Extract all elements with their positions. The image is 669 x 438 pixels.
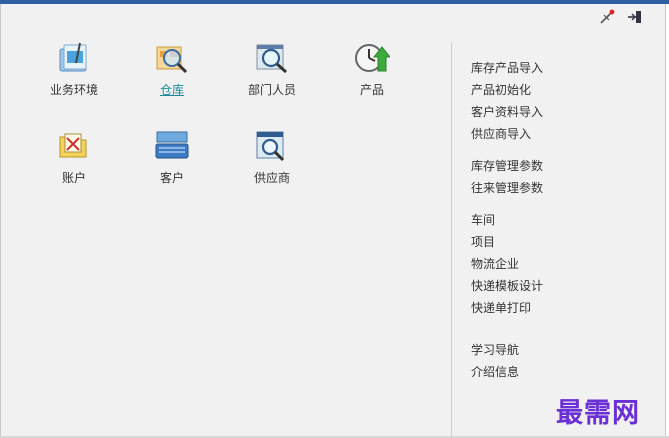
site-watermark: 最需网 bbox=[556, 398, 640, 429]
warehouse-magnifier-icon bbox=[156, 46, 188, 74]
module-warehouse[interactable]: 仓库 bbox=[136, 41, 208, 98]
module-department-staff[interactable]: 部门人员 bbox=[236, 41, 308, 98]
menu-item[interactable]: 快递模板设计 bbox=[471, 275, 543, 297]
panel-divider bbox=[451, 42, 452, 438]
toolbar bbox=[598, 9, 644, 25]
menu-item[interactable]: 车间 bbox=[471, 209, 543, 231]
menu-item[interactable]: 往来管理参数 bbox=[471, 177, 543, 199]
module-account[interactable]: 账户 bbox=[38, 129, 110, 186]
module-business-environment[interactable]: 业务环境 bbox=[38, 41, 110, 98]
pin-icon[interactable] bbox=[598, 9, 616, 25]
module-product[interactable]: 产品 bbox=[336, 41, 408, 98]
menu-item[interactable]: 供应商导入 bbox=[471, 123, 543, 145]
quick-links-menu: 库存产品导入 产品初始化 客户资料导入 供应商导入 库存管理参数 往来管理参数 … bbox=[471, 57, 543, 393]
menu-item[interactable]: 快递单打印 bbox=[471, 297, 543, 319]
menu-item[interactable]: 项目 bbox=[471, 231, 543, 253]
menu-item[interactable]: 学习导航 bbox=[471, 339, 543, 361]
menu-item[interactable]: 产品初始化 bbox=[471, 79, 543, 101]
module-customer[interactable]: 客户 bbox=[136, 129, 208, 186]
menu-group-help: 学习导航 介绍信息 bbox=[471, 339, 543, 383]
module-label: 供应商 bbox=[253, 171, 290, 185]
customer-keyboard-icon bbox=[155, 131, 189, 159]
module-label: 账户 bbox=[61, 171, 86, 185]
department-magnifier-icon bbox=[256, 44, 287, 74]
module-label: 仓库 bbox=[159, 83, 184, 97]
menu-group-import: 库存产品导入 产品初始化 客户资料导入 供应商导入 bbox=[471, 57, 543, 145]
module-label: 客户 bbox=[159, 171, 184, 185]
module-label: 产品 bbox=[359, 83, 384, 97]
menu-group-params: 库存管理参数 往来管理参数 bbox=[471, 155, 543, 199]
menu-item[interactable]: 库存管理参数 bbox=[471, 155, 543, 177]
clock-arrow-icon bbox=[355, 44, 390, 72]
menu-item[interactable]: 库存产品导入 bbox=[471, 57, 543, 79]
menu-group-logistics: 车间 项目 物流企业 快递模板设计 快递单打印 bbox=[471, 209, 543, 319]
supplier-window-icon bbox=[256, 131, 285, 162]
clipboard-tools-icon bbox=[59, 42, 87, 72]
module-supplier[interactable]: 供应商 bbox=[236, 129, 308, 186]
menu-item[interactable]: 物流企业 bbox=[471, 253, 543, 275]
module-label: 部门人员 bbox=[247, 83, 296, 97]
exit-icon[interactable] bbox=[626, 9, 644, 25]
menu-item[interactable]: 介绍信息 bbox=[471, 361, 543, 383]
account-folder-icon bbox=[59, 133, 87, 158]
menu-item[interactable]: 客户资料导入 bbox=[471, 101, 543, 123]
module-label: 业务环境 bbox=[49, 83, 98, 97]
